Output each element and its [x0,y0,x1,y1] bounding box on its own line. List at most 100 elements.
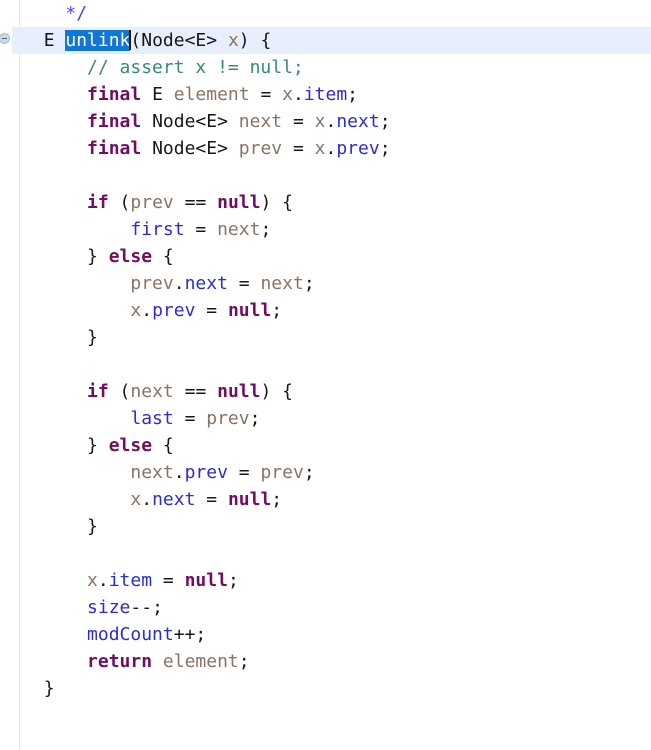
code-line[interactable]: } [22,324,651,351]
code-content[interactable]: */ E unlink(Node<E> x) { // assert x != … [22,0,651,750]
code-token: else [108,246,153,267]
code-token: next [130,462,174,483]
code-token: next [152,489,196,510]
code-token: ) { [260,381,293,402]
code-line[interactable]: size--; [22,594,651,621]
code-token: final [87,138,142,159]
fold-collapse-icon[interactable] [0,33,10,44]
code-token: { [152,435,174,456]
code-editor[interactable]: */ E unlink(Node<E> x) { // assert x != … [0,0,651,750]
code-token: --; [130,597,163,618]
code-token: == [173,192,218,213]
code-token: = [173,408,207,429]
code-token: element [173,84,250,105]
code-line[interactable]: final Node<E> next = x.next; [22,108,651,135]
code-token: = [195,300,228,321]
code-token: element [162,651,239,672]
code-token: ; [227,570,239,591]
code-token: null [227,300,272,321]
code-line[interactable]: E unlink(Node<E> x) { [22,27,651,54]
code-line[interactable]: first = next; [22,216,651,243]
selected-text: unlink [65,30,131,51]
code-line[interactable]: x.item = null; [22,567,651,594]
code-line[interactable]: next.prev = prev; [22,459,651,486]
code-token: x [87,570,98,591]
code-line[interactable]: x.prev = null; [22,297,651,324]
code-token: final [87,84,142,105]
code-token: = [282,111,315,132]
code-token: ) { [260,192,293,213]
code-line[interactable]: } else { [22,243,651,270]
code-line[interactable]: prev.next = next; [22,270,651,297]
code-line[interactable]: final Node<E> prev = x.prev; [22,135,651,162]
code-token: = [282,138,315,159]
code-line[interactable] [22,162,651,189]
code-line[interactable] [22,540,651,567]
code-token: if [87,192,109,213]
code-line[interactable]: } [22,675,651,702]
code-line[interactable]: if (next == null) { [22,378,651,405]
code-token: . [173,273,185,294]
code-token: last [130,408,174,429]
code-token: null [227,489,272,510]
code-token: ( [108,381,131,402]
code-token: = [249,84,283,105]
code-token: next [217,219,261,240]
code-token: prev [130,273,174,294]
code-line[interactable]: x.next = null; [22,486,651,513]
code-token: ; [271,300,283,321]
code-token: x [314,111,326,132]
code-token: = [184,219,218,240]
code-token: prev [206,408,250,429]
code-line[interactable]: } [22,513,651,540]
code-token: modCount [87,624,174,645]
code-token: x [130,300,142,321]
code-token: ; [238,651,250,672]
code-line[interactable]: if (prev == null) { [22,189,651,216]
code-line[interactable]: final E element = x.item; [22,81,651,108]
code-token: ; [260,219,272,240]
code-token: // assert x != null; [87,57,304,78]
code-token: Node<E> [141,30,218,51]
code-token: ) { [238,30,272,51]
code-line[interactable]: return element; [22,648,651,675]
editor-gutter[interactable] [0,0,19,750]
code-line[interactable]: // assert x != null; [22,54,651,81]
code-token: prev [152,300,196,321]
code-line[interactable]: modCount++; [22,621,651,648]
code-line[interactable]: last = prev; [22,405,651,432]
code-token: null [217,381,261,402]
code-token: next [130,381,174,402]
code-line[interactable]: */ [22,0,651,27]
code-token: null [217,192,261,213]
code-token: == [173,381,218,402]
code-token: first [130,219,185,240]
code-token: . [141,489,153,510]
code-token: E [152,84,163,105]
code-token: next [238,111,283,132]
code-line[interactable]: } else { [22,432,651,459]
code-line[interactable] [22,351,651,378]
